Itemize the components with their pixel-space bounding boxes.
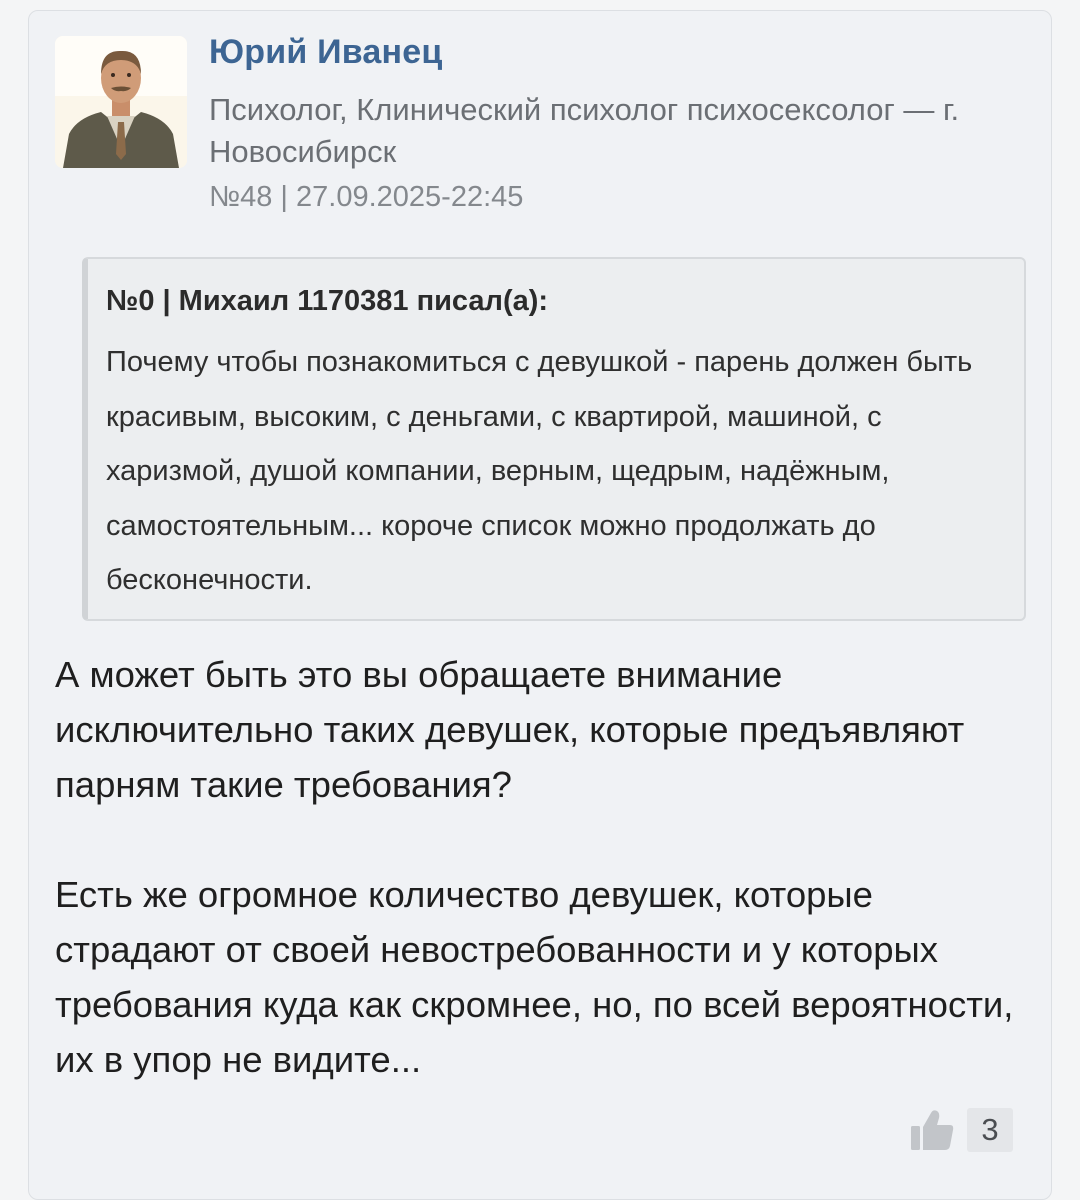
like-count: 3 — [967, 1108, 1013, 1152]
quote-header: №0 | Михаил 1170381 писал(а): — [106, 285, 549, 317]
post-card: Юрий Иванец Психолог, Клинический психол… — [28, 10, 1052, 1200]
thumbs-up-icon[interactable] — [909, 1108, 955, 1152]
post-meta: №48 | 27.09.2025-22:45 — [209, 181, 524, 213]
author-name[interactable]: Юрий Иванец — [209, 33, 442, 72]
quote-block: №0 | Михаил 1170381 писал(а): Почему что… — [82, 257, 1026, 621]
post-paragraph: А может быть это вы обращаете внимание и… — [55, 654, 965, 805]
author-role: Психолог, Клинический психолог психосекс… — [209, 92, 960, 169]
like-button[interactable]: 3 — [909, 1107, 1013, 1153]
person-photo-icon — [55, 36, 187, 168]
avatar[interactable] — [55, 36, 187, 168]
post-body: А может быть это вы обращаете внимание и… — [55, 647, 1035, 1087]
post-paragraph: Есть же огромное количество девушек, кот… — [55, 874, 1014, 1080]
quote-text: Почему чтобы познакомиться с девушкой - … — [106, 346, 973, 596]
